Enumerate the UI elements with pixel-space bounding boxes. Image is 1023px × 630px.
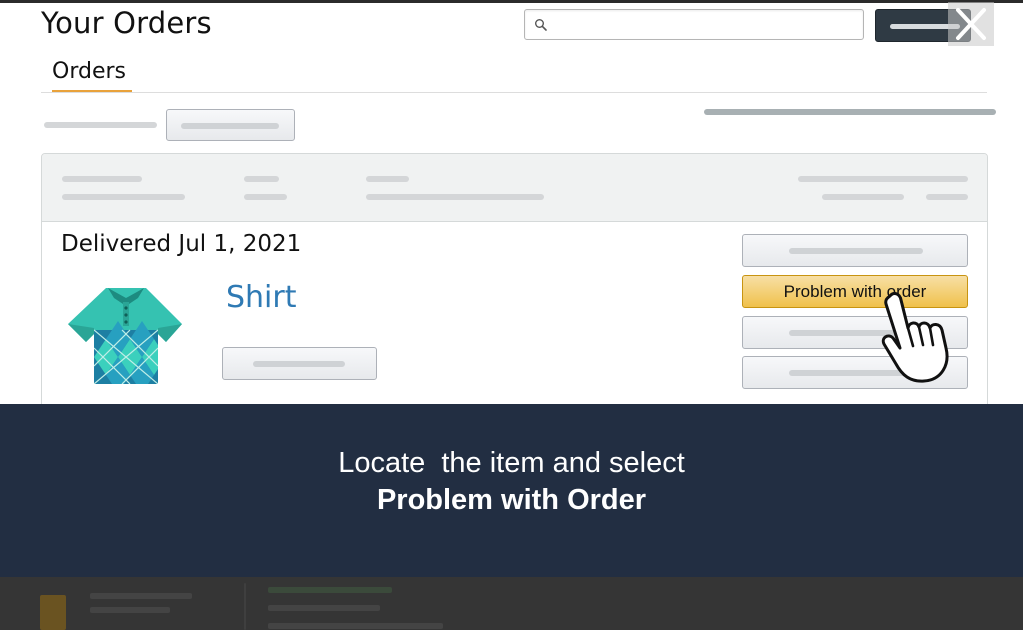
- write-review-button[interactable]: [222, 347, 377, 380]
- close-icon: [956, 8, 986, 40]
- invoice-link[interactable]: [926, 194, 968, 200]
- order-details-link[interactable]: [822, 194, 904, 200]
- order-total-label: [244, 176, 279, 182]
- tab-divider: [41, 92, 987, 93]
- pointer-hand-icon: [881, 292, 949, 383]
- search-icon: [535, 19, 547, 31]
- track-package-button[interactable]: [742, 234, 968, 267]
- order-card-header: [42, 154, 987, 222]
- ship-to-label: [366, 176, 409, 182]
- dimmed-link-placeholder: [268, 587, 392, 593]
- dimmed-text-placeholder: [268, 605, 380, 611]
- instruction-highlight: Problem with Order: [376, 484, 647, 516]
- ship-to-value: [366, 194, 544, 200]
- close-button[interactable]: [948, 2, 994, 46]
- dimmed-text-placeholder: [90, 593, 192, 599]
- delivery-status: Delivered Jul 1, 2021: [61, 231, 302, 257]
- instruction-text: Locate the item and select: [338, 447, 685, 479]
- search-results-placeholder: [704, 109, 996, 115]
- dimmed-product-thumbnail: [40, 595, 66, 630]
- dimmed-background-content: [0, 577, 1023, 630]
- search-input[interactable]: [524, 9, 864, 40]
- order-placed-value: [62, 194, 185, 200]
- filter-label-placeholder: [181, 123, 279, 129]
- page-title: Your Orders: [41, 6, 212, 40]
- shirt-icon: [68, 288, 182, 384]
- time-filter-dropdown[interactable]: [166, 109, 295, 141]
- button-label-placeholder: [789, 248, 923, 254]
- tab-orders[interactable]: Orders: [52, 59, 126, 84]
- order-placed-label: [62, 176, 142, 182]
- orders-count-placeholder: [44, 122, 157, 128]
- dimmed-text-placeholder: [268, 623, 443, 629]
- dimmed-divider: [244, 583, 246, 630]
- product-name-link[interactable]: Shirt: [226, 280, 297, 315]
- button-label-placeholder: [253, 361, 345, 367]
- top-frame-bar: [0, 0, 1023, 3]
- order-number-label: [798, 176, 968, 182]
- dimmed-text-placeholder: [90, 607, 170, 613]
- order-total-value: [244, 194, 287, 200]
